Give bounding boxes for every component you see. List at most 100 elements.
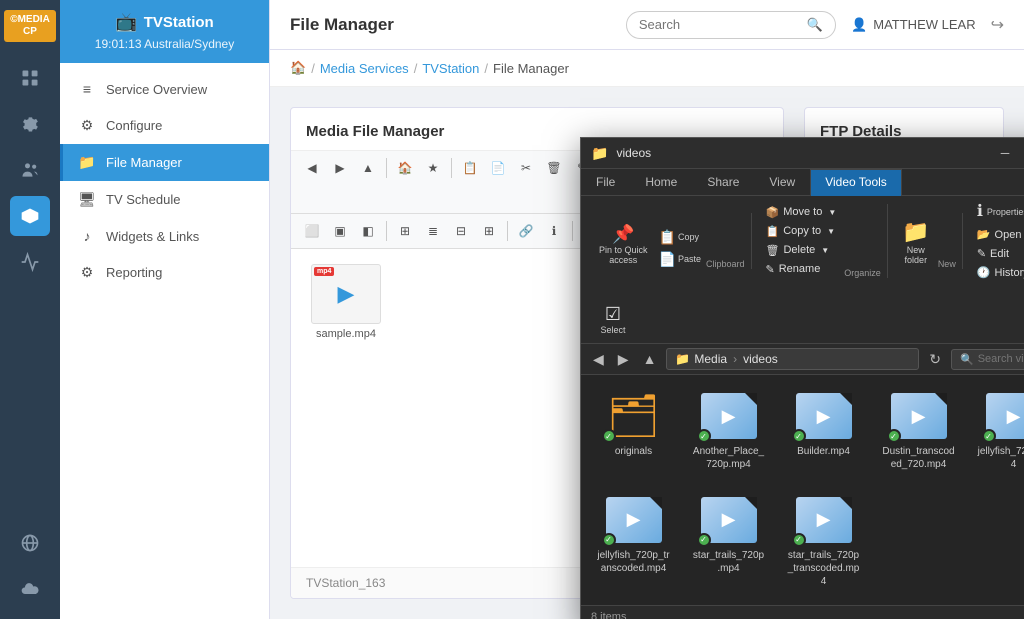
- new-label: New: [938, 257, 956, 269]
- sidebar-label-widgets: Widgets & Links: [106, 229, 199, 244]
- properties-btn[interactable]: ℹ Properties ▼: [971, 200, 1024, 224]
- search-bar[interactable]: 🔍: [626, 11, 836, 39]
- nav-analytics[interactable]: [10, 242, 50, 282]
- exp-file-dustin[interactable]: ▶ ✓ Dustin_transcoded_720.mp4: [876, 385, 961, 479]
- sidebar-item-tv-schedule[interactable]: 🖥 TV Schedule: [60, 181, 269, 218]
- search-icon[interactable]: 🔍: [807, 17, 823, 33]
- paste-btn[interactable]: 📄 Paste: [656, 249, 704, 269]
- sidebar-item-service-overview[interactable]: ≡ Service Overview: [60, 71, 269, 107]
- rename-btn[interactable]: ✎ Rename: [760, 261, 843, 278]
- nav-globe[interactable]: [10, 523, 50, 563]
- exp-name-dustin: Dustin_transcoded_720.mp4: [882, 445, 955, 471]
- sidebar-item-file-manager[interactable]: 📁 File Manager: [60, 144, 269, 181]
- sidebar-label-configure: Configure: [106, 118, 162, 133]
- logout-icon[interactable]: ↪: [991, 15, 1004, 35]
- file-thumb-sample-mp4: mp4 ▶: [311, 264, 381, 324]
- sidebar: 📺 TVStation 19:01:13 Australia/Sydney ≡ …: [60, 0, 270, 619]
- toolbar-up[interactable]: ▲: [355, 156, 381, 180]
- exp-file-originals[interactable]: 🗂 ✓ originals: [591, 385, 676, 479]
- ribbon-tab-view[interactable]: View: [754, 169, 810, 196]
- exp-file-jellyfish-trans[interactable]: ▶ ✓ jellyfish_720p_transcoded.mp4: [591, 489, 676, 596]
- toolbar-back[interactable]: ◀: [299, 156, 325, 180]
- delete-btn[interactable]: 🗑 Delete ▼: [760, 242, 843, 259]
- search-input[interactable]: [639, 17, 799, 32]
- toolbar-r2-9[interactable]: ℹ: [541, 219, 567, 243]
- exp-name-originals: originals: [615, 445, 652, 458]
- exp-search-input[interactable]: [978, 353, 1024, 365]
- toolbar-home[interactable]: 🏠: [392, 156, 418, 180]
- exp-file-star-trails-trans[interactable]: ▶ ✓ star_trails_720p_transcoded.mp4: [781, 489, 866, 596]
- ribbon-tab-share[interactable]: Share: [692, 169, 754, 196]
- toolbar-cut[interactable]: ✂: [513, 156, 539, 180]
- exp-back-btn[interactable]: ◀: [589, 349, 608, 370]
- header: File Manager 🔍 👤 MATTHEW LEAR ↪: [270, 0, 1024, 50]
- toolbar-paste[interactable]: 📄: [485, 156, 511, 180]
- nav-network[interactable]: [10, 196, 50, 236]
- exp-file-star-trails[interactable]: ▶ ✓ star_trails_720p.mp4: [686, 489, 771, 596]
- sidebar-item-reporting[interactable]: ⚙ Reporting: [60, 254, 269, 291]
- exp-badge-originals: ✓: [602, 429, 616, 443]
- toolbar-copy[interactable]: 📋: [457, 156, 483, 180]
- new-folder-btn[interactable]: 📁 Newfolder: [896, 217, 936, 269]
- pin-label: Pin to Quickaccess: [599, 245, 648, 265]
- ribbon-new-group: 📁 Newfolder New: [890, 213, 963, 269]
- edit-btn[interactable]: ✎ Edit: [971, 245, 1024, 262]
- exp-thumb-star-trails: ▶ ✓: [699, 495, 759, 545]
- toolbar-r2-7[interactable]: ⊞: [476, 219, 502, 243]
- path-videos: videos: [743, 352, 778, 366]
- move-to-btn[interactable]: 📦 Move to ▼: [760, 204, 843, 221]
- ribbon-tab-file[interactable]: File: [581, 169, 630, 196]
- explorer-files: 🗂 ✓ originals ▶ ✓ Another_Pla: [581, 375, 1024, 605]
- breadcrumb-media-services[interactable]: Media Services: [320, 61, 409, 76]
- exp-up-btn[interactable]: ▲: [639, 349, 661, 369]
- copy-btn[interactable]: 📋 Copy: [656, 227, 704, 247]
- nav-users[interactable]: [10, 150, 50, 190]
- file-item-sample-mp4[interactable]: mp4 ▶ sample.mp4: [306, 264, 386, 340]
- toolbar-forward[interactable]: ▶: [327, 156, 353, 180]
- breadcrumb-tvstation[interactable]: TVStation: [422, 61, 479, 76]
- open-btn[interactable]: 📂 Open: [971, 226, 1024, 243]
- toolbar-r2-1[interactable]: ⬜: [299, 219, 325, 243]
- explorer-minimize-btn[interactable]: ─: [991, 143, 1019, 163]
- copy-label: Copy: [678, 232, 699, 242]
- toolbar-r2-8[interactable]: 🔗: [513, 219, 539, 243]
- toolbar-r2-3[interactable]: ◧: [355, 219, 381, 243]
- explorer-search[interactable]: 🔍: [951, 349, 1024, 370]
- play-tri-icon: ▶: [722, 406, 736, 427]
- exp-refresh-btn[interactable]: ↻: [925, 349, 945, 370]
- exp-file-another-place[interactable]: ▶ ✓ Another_Place_720p.mp4: [686, 385, 771, 479]
- exp-file-builder[interactable]: ▶ ✓ Builder.mp4: [781, 385, 866, 479]
- toolbar-r2-4[interactable]: ⊞: [392, 219, 418, 243]
- nav-settings[interactable]: [10, 104, 50, 144]
- explorer-path[interactable]: 📁 Media › videos: [666, 348, 919, 370]
- toolbar-fav[interactable]: ★: [420, 156, 446, 180]
- copy-to-icon: 📋: [766, 225, 780, 238]
- toolbar-r2-6[interactable]: ⊟: [448, 219, 474, 243]
- play-icon: ▶: [338, 281, 355, 307]
- ribbon-tab-video-tools[interactable]: Video Tools: [810, 169, 902, 196]
- organize-label: Organize: [844, 266, 881, 278]
- copy-to-btn[interactable]: 📋 Copy to ▼: [760, 223, 843, 240]
- pin-quick-access-btn[interactable]: 📌 Pin to Quickaccess: [593, 221, 654, 269]
- copy-to-label: Copy to: [783, 225, 821, 237]
- exp-forward-btn[interactable]: ▶: [614, 349, 633, 370]
- select-btn[interactable]: ☑ Select: [593, 301, 633, 339]
- home-icon[interactable]: 🏠: [290, 60, 306, 76]
- ribbon-tab-home[interactable]: Home: [630, 169, 692, 196]
- history-btn[interactable]: 🕐 History: [971, 264, 1024, 281]
- exp-name-star-trails: star_trails_720p.mp4: [692, 549, 765, 575]
- toolbar-delete[interactable]: 🗑: [541, 156, 567, 180]
- nav-dashboard[interactable]: [10, 58, 50, 98]
- sidebar-label-reporting: Reporting: [106, 265, 162, 280]
- exp-file-jellyfish-720[interactable]: ▶ ✓ jellyfish_720.mp4: [971, 385, 1024, 479]
- widgets-icon: ♪: [78, 228, 96, 244]
- footer-station: TVStation_163: [306, 576, 385, 590]
- toolbar-r2-5[interactable]: ≣: [420, 219, 446, 243]
- sidebar-item-widgets[interactable]: ♪ Widgets & Links: [60, 218, 269, 254]
- toolbar-r2-2[interactable]: ▣: [327, 219, 353, 243]
- mp4-badge: mp4: [314, 267, 334, 276]
- nav-cloud[interactable]: [10, 569, 50, 609]
- sidebar-item-configure[interactable]: ⚙ Configure: [60, 107, 269, 144]
- tvstation-icon: 📺: [115, 12, 137, 33]
- exp-name-another-place: Another_Place_720p.mp4: [692, 445, 765, 471]
